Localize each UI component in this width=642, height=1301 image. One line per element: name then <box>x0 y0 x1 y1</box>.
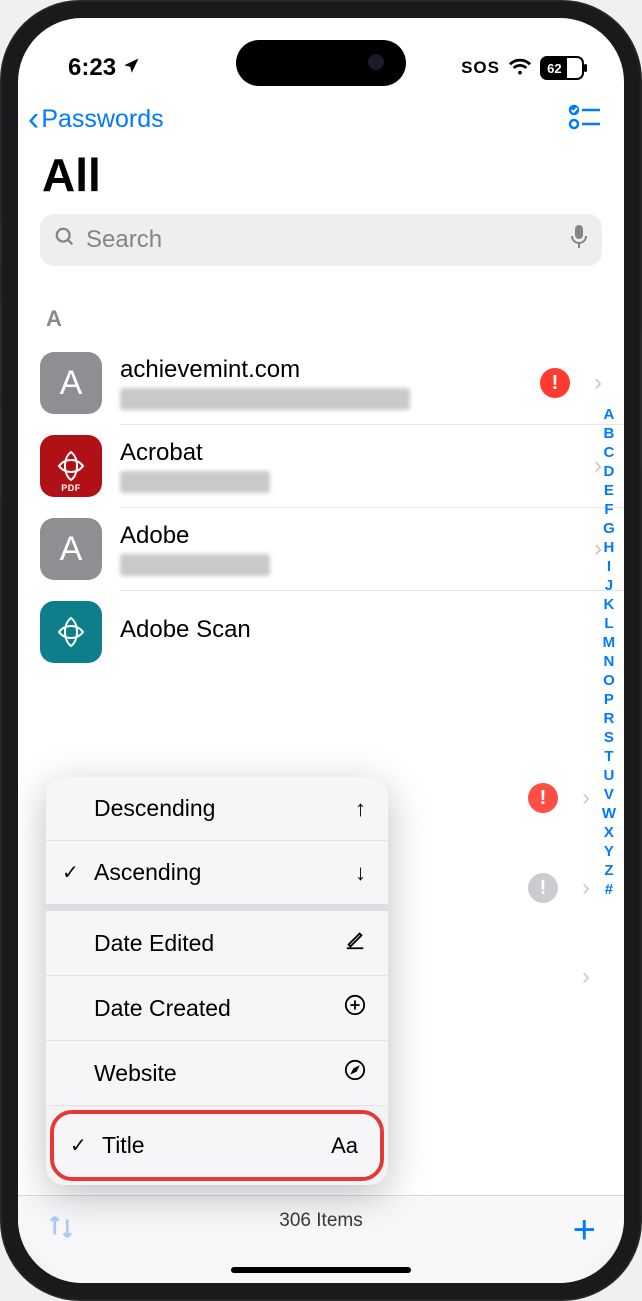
sort-menu: Descending ↑ Ascending ↓ Date Edited Dat… <box>46 777 388 1185</box>
location-icon <box>122 54 140 82</box>
sort-descending[interactable]: Descending ↑ <box>46 777 388 840</box>
battery-icon: 62 <box>540 56 584 80</box>
wifi-icon <box>508 56 532 81</box>
row-title: Acrobat <box>120 439 570 467</box>
item-count: 306 Items <box>18 1210 624 1232</box>
view-options-button[interactable] <box>568 103 602 136</box>
row-subtitle-redacted <box>120 388 410 410</box>
sort-date-created[interactable]: Date Created <box>46 976 388 1040</box>
site-icon: PDF <box>40 435 102 497</box>
sort-ascending[interactable]: Ascending ↓ <box>46 841 388 904</box>
back-label: Passwords <box>41 105 163 134</box>
arrow-down-icon: ↓ <box>355 860 366 886</box>
page-title: All <box>18 142 624 214</box>
arrow-up-icon: ↑ <box>355 796 366 822</box>
row-title: Adobe <box>120 522 570 550</box>
section-header: A <box>18 306 624 342</box>
text-icon: Aa <box>331 1133 358 1159</box>
site-icon: A <box>40 352 102 414</box>
chevron-right-icon: › <box>594 535 602 563</box>
search-input[interactable] <box>86 226 560 254</box>
password-row[interactable]: Adobe Scan <box>18 591 624 673</box>
pencil-icon <box>344 929 366 957</box>
chevron-right-icon: › <box>594 452 602 480</box>
chevron-left-icon: ‹ <box>28 102 39 136</box>
chevron-right-icon: › <box>582 963 590 991</box>
row-subtitle-redacted <box>120 554 270 576</box>
row-title: Adobe Scan <box>120 616 602 644</box>
chevron-right-icon: › <box>582 784 590 812</box>
alphabet-index[interactable]: A B C D E F G H I J K L M N O P R S T U <box>602 406 616 898</box>
dynamic-island <box>236 40 406 86</box>
compass-icon <box>344 1059 366 1087</box>
status-time: 6:23 <box>68 54 116 82</box>
sort-date-edited[interactable]: Date Edited <box>46 911 388 975</box>
row-subtitle-redacted <box>120 471 270 493</box>
site-icon: A <box>40 518 102 580</box>
alert-icon: ! <box>540 368 570 398</box>
site-icon <box>40 601 102 663</box>
alert-icon: ! <box>528 783 558 813</box>
back-button[interactable]: ‹ Passwords <box>28 102 164 136</box>
row-title: achievemint.com <box>120 356 522 384</box>
sort-website[interactable]: Website <box>46 1041 388 1105</box>
sort-title[interactable]: Title Aa <box>54 1114 380 1177</box>
password-row[interactable]: A Adobe › <box>18 508 624 590</box>
sos-indicator: SOS <box>461 58 500 78</box>
password-row[interactable]: A achievemint.com ! › <box>18 342 624 424</box>
chevron-right-icon: › <box>594 369 602 397</box>
mic-icon[interactable] <box>570 224 588 257</box>
alert-icon: ! <box>528 873 558 903</box>
home-indicator[interactable] <box>231 1267 411 1273</box>
password-row[interactable]: PDF Acrobat › <box>18 425 624 507</box>
chevron-right-icon: › <box>582 874 590 902</box>
plus-circle-icon <box>344 994 366 1022</box>
search-icon <box>54 226 76 255</box>
search-field[interactable] <box>40 214 602 266</box>
